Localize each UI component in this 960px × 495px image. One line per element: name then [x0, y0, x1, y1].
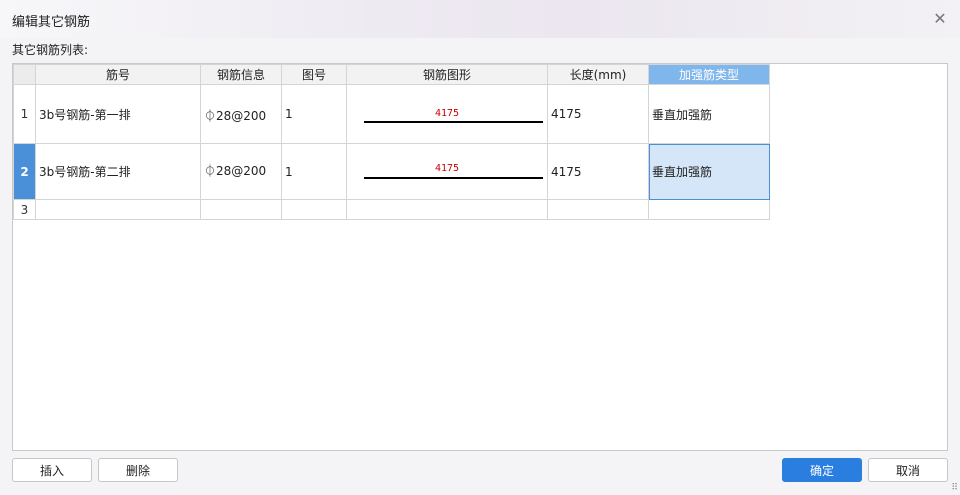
column-header-active[interactable]: 加强筋类型	[648, 64, 770, 85]
column-header[interactable]: 筋号	[35, 64, 201, 85]
cell-fig[interactable]: 1	[281, 143, 347, 200]
cell-shape[interactable]: 4175	[346, 143, 548, 200]
rebar-table: 筋号 钢筋信息 图号 钢筋图形 长度(mm) 加强筋类型 1 3b号钢筋-第一排…	[13, 64, 770, 220]
resize-grip-icon[interactable]: ⠿	[951, 483, 958, 493]
shape-length-label: 4175	[434, 108, 460, 119]
cell-info[interactable]: ⏀28@200	[200, 143, 282, 200]
delete-button[interactable]: 删除	[98, 458, 178, 482]
title-bar: 编辑其它钢筋 ✕	[0, 0, 960, 38]
cell-type[interactable]: 垂直加强筋	[648, 84, 770, 144]
column-header[interactable]: 图号	[281, 64, 347, 85]
dialog-title: 编辑其它钢筋	[12, 15, 91, 30]
table-header-row: 筋号 钢筋信息 图号 钢筋图形 长度(mm) 加强筋类型	[13, 64, 770, 85]
cell-length[interactable]	[547, 199, 649, 220]
column-header[interactable]: 长度(mm)	[547, 64, 649, 85]
cell-type-selected[interactable]: 垂直加强筋	[648, 143, 770, 200]
close-icon[interactable]: ✕	[932, 11, 948, 27]
cell-name[interactable]	[35, 199, 201, 220]
cell-info[interactable]	[200, 199, 282, 220]
cell-shape[interactable]	[346, 199, 548, 220]
table-row-selected[interactable]: 2 3b号钢筋-第二排 ⏀28@200 1 4175 4175 垂直加强筋	[13, 143, 770, 200]
list-label: 其它钢筋列表:	[12, 43, 89, 57]
row-number[interactable]: 3	[13, 199, 36, 220]
rebar-grid[interactable]: 筋号 钢筋信息 图号 钢筋图形 长度(mm) 加强筋类型 1 3b号钢筋-第一排…	[12, 63, 948, 451]
cell-shape[interactable]: 4175	[346, 84, 548, 144]
rebar-shape-line	[364, 121, 543, 123]
column-header[interactable]: 钢筋信息	[200, 64, 282, 85]
cell-length[interactable]: 4175	[547, 143, 649, 200]
cell-name[interactable]: 3b号钢筋-第一排	[35, 84, 201, 144]
rebar-shape-line	[364, 177, 543, 179]
shape-length-label: 4175	[434, 163, 460, 174]
column-header[interactable]: 钢筋图形	[346, 64, 548, 85]
cell-type[interactable]	[648, 199, 770, 220]
insert-button[interactable]: 插入	[12, 458, 92, 482]
cell-name[interactable]: 3b号钢筋-第二排	[35, 143, 201, 200]
cell-fig[interactable]: 1	[281, 84, 347, 144]
table-row[interactable]: 3	[13, 199, 770, 220]
ok-button[interactable]: 确定	[782, 458, 862, 482]
corner-cell[interactable]	[13, 64, 36, 85]
cell-fig[interactable]	[281, 199, 347, 220]
cancel-button[interactable]: 取消	[868, 458, 948, 482]
table-row[interactable]: 1 3b号钢筋-第一排 ⏀28@200 1 4175 4175 垂直加强筋	[13, 84, 770, 144]
cell-length[interactable]: 4175	[547, 84, 649, 144]
row-number[interactable]: 1	[13, 84, 36, 144]
row-number[interactable]: 2	[13, 143, 36, 200]
cell-info[interactable]: ⏀28@200	[200, 84, 282, 144]
